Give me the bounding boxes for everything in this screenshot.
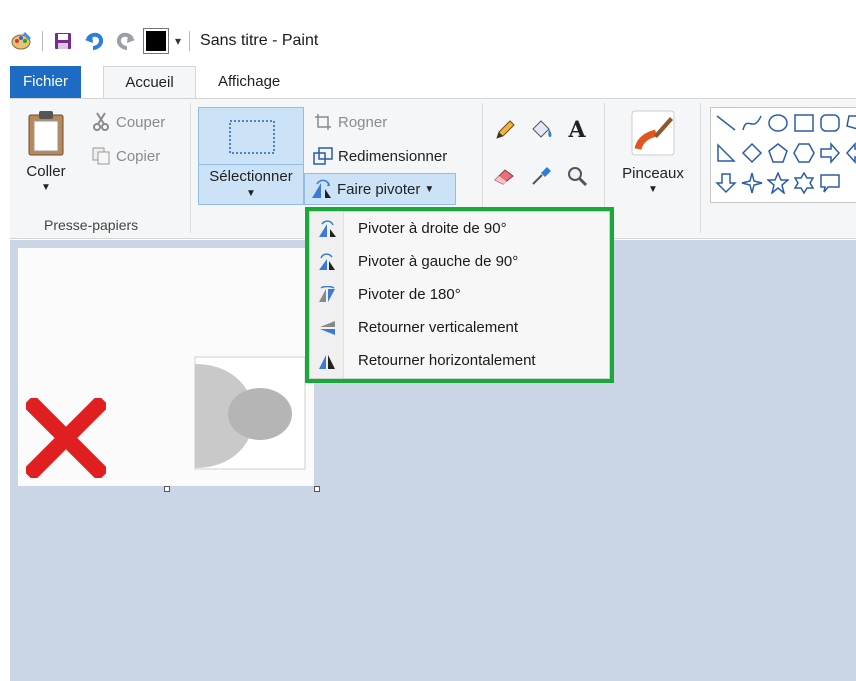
- four-point-star-shape-icon[interactable]: [739, 170, 765, 196]
- resize-button[interactable]: Redimensionner: [312, 145, 447, 167]
- left-arrow-shape-icon[interactable]: [843, 140, 856, 166]
- rotate-icon: [311, 179, 333, 199]
- menu-item-flip-vertical[interactable]: Retourner verticalement: [310, 311, 609, 344]
- menu-item-rotate-left-90[interactable]: Pivoter à gauche de 90°: [310, 245, 609, 278]
- rotate-button[interactable]: Faire pivoter ▼: [304, 173, 456, 205]
- crop-label: Rogner: [338, 113, 388, 131]
- rotate-left-icon: [310, 252, 344, 271]
- drawing-canvas[interactable]: [18, 248, 314, 486]
- canvas-resize-handle[interactable]: [314, 486, 320, 492]
- menu-item-label: Pivoter de 180°: [358, 286, 461, 303]
- rotate-right-icon: [310, 219, 344, 238]
- menu-item-flip-horizontal[interactable]: Retourner horizontalement: [310, 344, 609, 377]
- cut-button[interactable]: Couper: [90, 111, 165, 133]
- five-point-star-shape-icon[interactable]: [765, 170, 791, 196]
- clipboard-icon: [28, 111, 64, 156]
- brushes-button[interactable]: Pinceaux ▼: [612, 109, 694, 195]
- brushes-label: Pinceaux: [622, 165, 684, 182]
- hexagon-shape-icon[interactable]: [791, 140, 817, 166]
- red-x-drawing: [26, 398, 106, 478]
- eraser-icon[interactable]: [492, 163, 518, 189]
- paste-button[interactable]: Coller ▼: [20, 109, 72, 193]
- line-shape-icon[interactable]: [713, 110, 739, 136]
- rotate-menu: Pivoter à droite de 90° Pivoter à gauche…: [309, 211, 610, 379]
- diamond-shape-icon[interactable]: [739, 140, 765, 166]
- menu-item-rotate-180[interactable]: Pivoter de 180°: [310, 278, 609, 311]
- qa-separator: [42, 31, 43, 51]
- callout-shape-icon[interactable]: [817, 170, 843, 196]
- title-bar: ▾ Sans titre - Paint: [10, 22, 856, 60]
- down-arrow-shape-icon[interactable]: [713, 170, 739, 196]
- menu-item-label: Pivoter à droite de 90°: [358, 220, 507, 237]
- paste-dropdown-icon[interactable]: ▼: [20, 182, 72, 193]
- brush-icon: [631, 110, 675, 156]
- text-icon[interactable]: A: [564, 117, 590, 143]
- group-separator: [700, 103, 701, 233]
- copy-label: Copier: [116, 147, 161, 165]
- rotate-180-icon: [310, 285, 344, 304]
- canvas-resize-handle[interactable]: [164, 486, 170, 492]
- fill-bucket-icon[interactable]: [528, 117, 554, 143]
- oval-shape-icon[interactable]: [765, 110, 791, 136]
- menu-item-label: Retourner verticalement: [358, 319, 519, 336]
- tab-view[interactable]: Affichage: [206, 66, 292, 98]
- crop-icon: [312, 111, 334, 133]
- scissors-icon: [90, 111, 112, 133]
- selection-rectangle-icon: [229, 120, 275, 154]
- paint-app-icon[interactable]: [10, 29, 34, 53]
- select-label: Sélectionner: [209, 168, 293, 185]
- curve-shape-icon[interactable]: [739, 110, 765, 136]
- ribbon-tabs: Fichier Accueil Affichage: [10, 62, 856, 98]
- triangle-shape-icon[interactable]: [713, 140, 739, 166]
- right-arrow-shape-icon[interactable]: [817, 140, 843, 166]
- grey-shapes-drawing: [194, 356, 306, 470]
- rotate-label: Faire pivoter: [337, 180, 421, 198]
- tools-grid: A: [492, 117, 592, 197]
- resize-icon: [312, 145, 334, 167]
- rotate-dropdown-icon[interactable]: ▼: [424, 184, 434, 195]
- pencil-icon[interactable]: [492, 117, 518, 143]
- select-button[interactable]: Sélectionner ▼: [198, 107, 304, 205]
- redo-icon[interactable]: [113, 29, 137, 53]
- customize-quick-access-icon[interactable]: ▾: [175, 34, 181, 48]
- shapes-gallery: [710, 107, 856, 203]
- crop-button[interactable]: Rogner: [312, 111, 387, 133]
- menu-item-label: Retourner horizontalement: [358, 352, 536, 369]
- resize-label: Redimensionner: [338, 147, 448, 165]
- flip-horizontal-icon: [310, 352, 344, 370]
- rounded-rectangle-shape-icon[interactable]: [817, 110, 843, 136]
- copy-button[interactable]: Copier: [90, 145, 160, 167]
- color-swatch-primary[interactable]: [143, 28, 169, 54]
- tab-home[interactable]: Accueil: [103, 66, 196, 98]
- select-dropdown-icon[interactable]: ▼: [199, 188, 303, 199]
- select-split-line: [199, 164, 303, 165]
- paste-label: Coller: [26, 163, 66, 180]
- menu-item-rotate-right-90[interactable]: Pivoter à droite de 90°: [310, 212, 609, 245]
- copy-icon: [90, 145, 112, 167]
- window-title: Sans titre - Paint: [200, 32, 319, 49]
- save-icon[interactable]: [51, 29, 75, 53]
- tab-file[interactable]: Fichier: [10, 66, 81, 98]
- polygon-shape-icon[interactable]: [843, 110, 856, 136]
- menu-item-label: Pivoter à gauche de 90°: [358, 253, 519, 270]
- color-picker-icon[interactable]: [528, 163, 554, 189]
- brushes-dropdown-icon[interactable]: ▼: [612, 184, 694, 195]
- group-separator: [190, 103, 191, 233]
- rectangle-shape-icon[interactable]: [791, 110, 817, 136]
- magnifier-icon[interactable]: [564, 163, 590, 189]
- undo-icon[interactable]: [83, 29, 107, 53]
- six-point-star-shape-icon[interactable]: [791, 170, 817, 196]
- title-separator: [189, 31, 191, 51]
- cut-label: Couper: [116, 113, 166, 131]
- flip-vertical-icon: [310, 319, 344, 337]
- pentagon-shape-icon[interactable]: [765, 140, 791, 166]
- clipboard-group-label: Presse-papiers: [44, 217, 139, 233]
